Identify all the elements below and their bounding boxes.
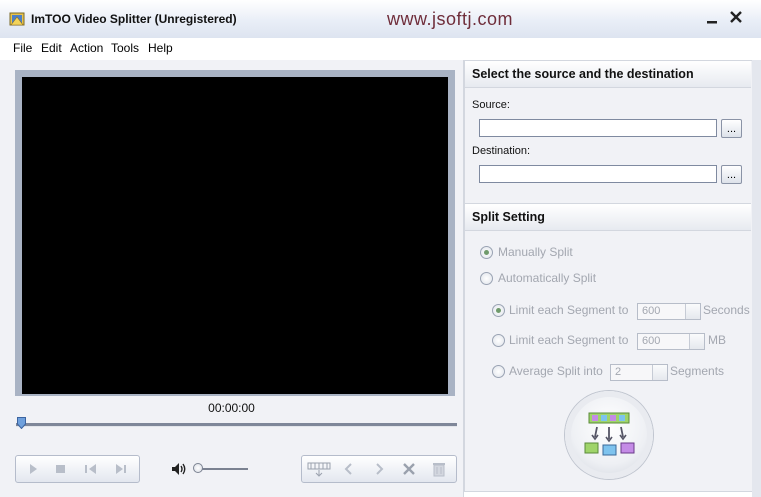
average-split-unit: Segments <box>670 364 725 378</box>
spinner-arrows-icon[interactable] <box>652 365 667 380</box>
average-split-radio[interactable] <box>492 365 505 378</box>
delete-icon[interactable] <box>398 460 420 478</box>
source-label: Source: <box>472 99 510 111</box>
watermark-text: www.jsoftj.com <box>387 9 514 29</box>
volume-icon[interactable] <box>170 461 188 477</box>
manually-split-label: Manually Split <box>498 245 573 259</box>
destination-browse-button[interactable]: ... <box>721 165 742 184</box>
limit-mb-value: 600 <box>642 335 661 347</box>
seek-thumb[interactable] <box>17 417 26 429</box>
spinner-arrows-icon[interactable] <box>689 334 704 349</box>
window-edge <box>752 60 761 497</box>
limit-mb-unit: MB <box>708 333 726 347</box>
limit-seconds-label: Limit each Segment to <box>509 303 629 317</box>
play-icon[interactable] <box>22 460 44 478</box>
automatically-split-radio[interactable] <box>480 272 493 285</box>
trash-icon[interactable] <box>428 460 450 478</box>
close-icon[interactable] <box>728 9 744 25</box>
destination-label: Destination: <box>472 145 531 157</box>
destination-input[interactable] <box>479 165 717 183</box>
limit-seconds-unit: Seconds <box>703 303 750 317</box>
spinner-arrows-icon[interactable] <box>685 304 700 319</box>
time-display: 00:00:00 <box>208 401 255 415</box>
next-frame-icon[interactable] <box>110 460 132 478</box>
split-setting-title: Split Setting <box>472 210 545 224</box>
average-split-spinner[interactable]: 2 <box>610 364 668 381</box>
limit-mb-spinner[interactable]: 600 <box>637 333 705 350</box>
limit-seconds-spinner[interactable]: 600 <box>637 303 701 320</box>
volume-knob[interactable] <box>193 463 203 473</box>
menu-action[interactable]: Action <box>70 41 103 55</box>
menu-edit[interactable]: Edit <box>41 41 62 55</box>
manually-split-radio[interactable] <box>480 246 493 259</box>
video-preview <box>22 77 448 394</box>
average-split-value: 2 <box>615 366 622 378</box>
minimize-icon[interactable] <box>704 10 720 26</box>
split-icon <box>584 412 635 456</box>
window-title: ImTOO Video Splitter (Unregistered) <box>31 12 237 26</box>
start-split-button[interactable] <box>565 391 653 479</box>
edit-controls <box>301 455 457 483</box>
previous-segment-icon[interactable] <box>338 460 360 478</box>
menu-tools[interactable]: Tools <box>111 41 139 55</box>
limit-mb-radio[interactable] <box>492 334 505 347</box>
limit-seconds-value: 600 <box>642 305 661 317</box>
next-segment-icon[interactable] <box>368 460 390 478</box>
split-setting-header: Split Setting <box>465 203 751 231</box>
previous-frame-icon[interactable] <box>80 460 102 478</box>
limit-mb-label: Limit each Segment to <box>509 333 629 347</box>
source-destination-header: Select the source and the destination <box>465 61 751 88</box>
menu-file[interactable]: File <box>13 41 32 55</box>
app-icon <box>9 12 25 26</box>
split-marker-icon[interactable] <box>305 460 333 478</box>
source-input[interactable] <box>479 119 717 137</box>
source-destination-title: Select the source and the destination <box>472 67 694 81</box>
limit-seconds-radio[interactable] <box>492 304 505 317</box>
menu-help[interactable]: Help <box>148 41 173 55</box>
stop-icon[interactable] <box>50 460 72 478</box>
average-split-label: Average Split into <box>509 364 603 378</box>
transport-controls <box>15 455 140 483</box>
seek-bar[interactable] <box>16 423 457 427</box>
source-browse-button[interactable]: ... <box>721 119 742 138</box>
automatically-split-label: Automatically Split <box>498 271 597 285</box>
menu-bar: File Edit Action Tools Help <box>0 38 761 58</box>
